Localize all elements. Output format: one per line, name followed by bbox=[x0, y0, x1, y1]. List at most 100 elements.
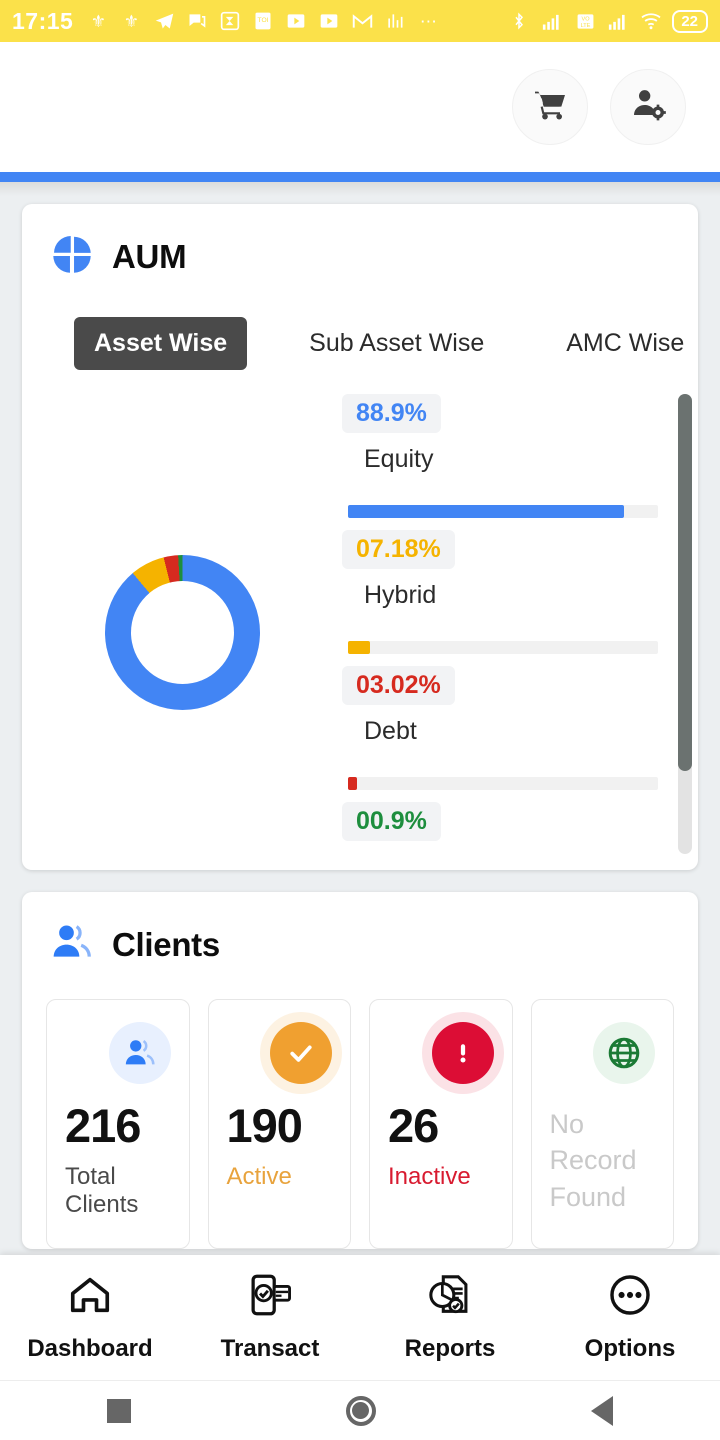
signal-icon bbox=[540, 9, 564, 33]
nav-item-dashboard[interactable]: Dashboard bbox=[0, 1272, 180, 1363]
accent-divider bbox=[0, 172, 720, 182]
play-video-icon-2 bbox=[317, 9, 341, 33]
signal-icon-2 bbox=[606, 9, 630, 33]
telegram-icon bbox=[152, 9, 176, 33]
bottom-navigation: Dashboard Transact Reports Options bbox=[0, 1255, 720, 1380]
aum-tabs: Asset Wise Sub Asset Wise AMC Wise bbox=[22, 281, 698, 370]
aum-scrollbar-track[interactable] bbox=[678, 394, 692, 854]
clients-card-header: Clients bbox=[22, 892, 698, 969]
nav-item-reports[interactable]: Reports bbox=[360, 1272, 540, 1363]
recents-button[interactable] bbox=[107, 1398, 132, 1423]
user-settings-icon bbox=[628, 85, 668, 130]
more-circle-icon bbox=[607, 1272, 653, 1323]
equity-progress-track bbox=[348, 505, 658, 518]
clients-card: Clients 216 Total Clients 190 Active 26 … bbox=[22, 892, 698, 1249]
svg-text:LTE: LTE bbox=[580, 23, 590, 29]
people-icon-badge bbox=[108, 1022, 171, 1084]
hybrid-progress-fill bbox=[348, 641, 371, 654]
status-bar: 17:15 ⚜ ⚜ TOI ⋯ VO LTE 22 bbox=[0, 0, 720, 42]
stat-card-no-record[interactable]: No Record Found bbox=[530, 999, 674, 1249]
home-button[interactable] bbox=[345, 1395, 376, 1426]
battery-level: 22 bbox=[672, 9, 708, 33]
back-button[interactable] bbox=[590, 1395, 613, 1426]
donut-chart-wrapper bbox=[22, 394, 342, 870]
people-icon bbox=[50, 920, 94, 969]
nav-item-transact[interactable]: Transact bbox=[180, 1272, 360, 1363]
hybrid-progress-track bbox=[348, 641, 658, 654]
legend-row-hybrid: 07.18% Hybrid bbox=[342, 530, 658, 666]
stocks-icon bbox=[383, 9, 407, 33]
total-clients-label: Total Clients bbox=[65, 1163, 139, 1218]
hybrid-label: Hybrid bbox=[364, 581, 437, 609]
main-scroll-area[interactable]: AUM Asset Wise Sub Asset Wise AMC Wise 8… bbox=[0, 196, 720, 1249]
check-circle-icon bbox=[270, 1022, 332, 1084]
aum-body: 88.9% Equity 07.18% Hybrid 03.02% Debt 0… bbox=[22, 370, 698, 870]
aum-card-header: AUM bbox=[22, 204, 698, 281]
toi-news-icon: TOI bbox=[251, 9, 275, 33]
aum-legend: 88.9% Equity 07.18% Hybrid 03.02% Debt 0… bbox=[342, 394, 698, 870]
equity-progress-fill bbox=[348, 505, 624, 518]
phone-card-icon bbox=[247, 1272, 293, 1323]
equity-percent: 88.9% bbox=[342, 394, 441, 433]
aum-title: AUM bbox=[112, 237, 187, 275]
clients-stat-list: 216 Total Clients 190 Active 26 Inactive bbox=[22, 969, 698, 1249]
chat-icon bbox=[185, 9, 209, 33]
legend-row-other: 00.9% bbox=[342, 802, 658, 870]
play-video-icon bbox=[284, 9, 308, 33]
system-navigation-bar bbox=[0, 1380, 720, 1440]
wifi-icon bbox=[639, 9, 663, 33]
s-app-icon bbox=[218, 9, 242, 33]
inactive-label: Inactive bbox=[388, 1163, 471, 1190]
volte-icon: VO LTE bbox=[573, 9, 597, 33]
aum-card: AUM Asset Wise Sub Asset Wise AMC Wise 8… bbox=[22, 204, 698, 870]
pie-chart-icon bbox=[50, 232, 94, 281]
active-label: Active bbox=[226, 1163, 292, 1190]
svg-text:VO: VO bbox=[581, 16, 590, 22]
legend-row-equity: 88.9% Equity bbox=[342, 394, 658, 530]
stat-card-active[interactable]: 190 Active bbox=[207, 999, 351, 1249]
alert-circle-icon bbox=[431, 1022, 494, 1084]
globe-icon bbox=[593, 1022, 655, 1084]
more-dots-icon: ⋯ bbox=[419, 11, 437, 31]
svg-text:TOI: TOI bbox=[258, 17, 269, 24]
no-record-label: No Record Found bbox=[549, 1109, 637, 1212]
debt-percent: 03.02% bbox=[342, 666, 455, 705]
cart-icon bbox=[530, 85, 570, 130]
butterfly-icon: ⚜ bbox=[90, 11, 106, 31]
total-clients-value: 216 bbox=[65, 1099, 141, 1152]
cart-button[interactable] bbox=[512, 69, 588, 145]
tab-amc-wise[interactable]: AMC Wise bbox=[546, 317, 698, 370]
inactive-value: 26 bbox=[388, 1099, 439, 1152]
butterfly-icon-2: ⚜ bbox=[123, 11, 139, 31]
legend-row-debt: 03.02% Debt bbox=[342, 666, 658, 802]
profile-settings-button[interactable] bbox=[610, 69, 686, 145]
tab-asset-wise[interactable]: Asset Wise bbox=[74, 317, 248, 370]
status-time: 17:15 bbox=[12, 7, 74, 34]
home-icon bbox=[67, 1272, 113, 1323]
stat-card-total-clients[interactable]: 216 Total Clients bbox=[46, 999, 190, 1249]
active-value: 190 bbox=[226, 1099, 303, 1152]
aum-donut-chart bbox=[104, 554, 260, 710]
report-chart-icon bbox=[427, 1272, 473, 1323]
other-percent: 00.9% bbox=[342, 802, 441, 841]
nav-label-dashboard: Dashboard bbox=[27, 1335, 153, 1362]
debt-progress-fill bbox=[348, 777, 358, 790]
nav-label-options: Options bbox=[584, 1335, 676, 1362]
debt-label: Debt bbox=[364, 717, 417, 745]
tab-sub-asset-wise[interactable]: Sub Asset Wise bbox=[289, 317, 504, 370]
equity-label: Equity bbox=[364, 445, 434, 473]
app-bar bbox=[0, 42, 720, 172]
debt-progress-track bbox=[348, 777, 658, 790]
nav-item-options[interactable]: Options bbox=[540, 1272, 720, 1363]
aum-scrollbar-thumb[interactable] bbox=[678, 394, 692, 772]
hybrid-percent: 07.18% bbox=[342, 530, 455, 569]
gmail-icon bbox=[350, 9, 374, 33]
phone-screen: 17:15 ⚜ ⚜ TOI ⋯ VO LTE 22 AUM Asset Wise… bbox=[0, 0, 720, 1440]
clients-title: Clients bbox=[112, 925, 220, 963]
status-right-group: VO LTE 22 bbox=[507, 9, 708, 33]
nav-label-reports: Reports bbox=[404, 1335, 496, 1362]
bluetooth-icon bbox=[507, 9, 531, 33]
nav-label-transact: Transact bbox=[220, 1335, 320, 1362]
appbar-shadow bbox=[0, 182, 720, 196]
stat-card-inactive[interactable]: 26 Inactive bbox=[369, 999, 513, 1249]
